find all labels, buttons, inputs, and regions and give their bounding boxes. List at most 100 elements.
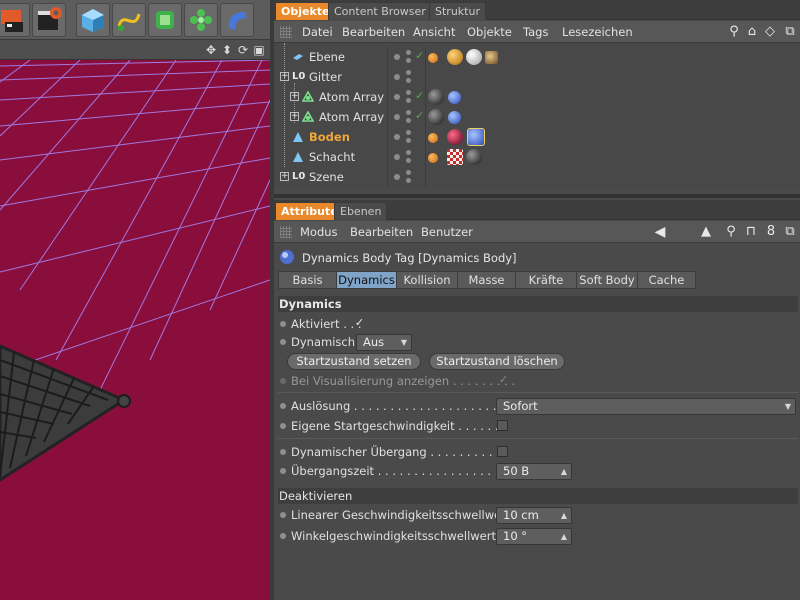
- render-settings-icon[interactable]: [0, 3, 30, 37]
- menu-benutzer[interactable]: Benutzer: [421, 224, 473, 240]
- zoom-view-icon[interactable]: ⬍: [220, 43, 234, 57]
- object-row-schacht[interactable]: Schacht: [274, 147, 800, 167]
- object-row-atom-array[interactable]: + Atom Array ✓: [274, 87, 800, 107]
- startzustand-loeschen-button[interactable]: Startzustand löschen: [429, 353, 565, 370]
- material-icon[interactable]: [428, 89, 444, 105]
- animate-dot-icon[interactable]: [280, 533, 286, 539]
- ptab-masse[interactable]: Masse: [457, 271, 515, 289]
- new-window-icon[interactable]: ⧉: [782, 224, 798, 240]
- animate-dot-icon[interactable]: [280, 512, 286, 518]
- tab-struktur[interactable]: Struktur: [429, 2, 486, 20]
- ptab-cache[interactable]: Cache: [637, 271, 696, 289]
- material-icon[interactable]: [447, 129, 463, 145]
- enabled-check-icon[interactable]: ✓: [415, 109, 424, 122]
- linear-schwellwert-input[interactable]: 10 cm ▲: [496, 507, 572, 524]
- animate-dot-icon[interactable]: [280, 321, 286, 327]
- dynamics-tag-icon[interactable]: [448, 91, 461, 104]
- render-view-icon[interactable]: [32, 3, 66, 37]
- menu-datei[interactable]: Datei: [302, 24, 333, 40]
- expand-icon[interactable]: +: [280, 172, 289, 181]
- menu-modus[interactable]: Modus: [300, 224, 338, 240]
- ptab-dynamics[interactable]: Dynamics: [336, 271, 396, 289]
- tab-ebenen[interactable]: Ebenen: [334, 202, 388, 220]
- ausloesung-dropdown[interactable]: Sofort ▼: [496, 398, 796, 415]
- animate-dot-icon[interactable]: [280, 423, 286, 429]
- visualisierung-checkbox[interactable]: ✓: [498, 374, 509, 386]
- grip-icon[interactable]: [280, 26, 292, 38]
- expand-icon[interactable]: +: [290, 92, 299, 101]
- search-icon[interactable]: ⚲: [723, 224, 739, 240]
- object-row-boden[interactable]: Boden: [274, 127, 800, 147]
- menu-ansicht[interactable]: Ansicht: [413, 24, 455, 40]
- enabled-check-icon[interactable]: ✓: [415, 89, 424, 102]
- param-dynamisch: Dynamisch Aus ▼: [278, 332, 798, 352]
- animate-dot-icon[interactable]: [280, 449, 286, 455]
- tag-icon[interactable]: [428, 53, 438, 63]
- material-icon[interactable]: [447, 49, 463, 65]
- menu-objekte[interactable]: Objekte: [467, 24, 512, 40]
- menu-tags[interactable]: Tags: [523, 24, 548, 40]
- material-icon[interactable]: [466, 149, 482, 165]
- cloner-icon[interactable]: [184, 3, 218, 37]
- animate-dot-icon[interactable]: [280, 378, 286, 384]
- lock-icon[interactable]: ⊓: [743, 224, 759, 240]
- aktiviert-checkbox[interactable]: ✓: [354, 317, 365, 329]
- object-row-atom-array-2[interactable]: + Atom Array ✓: [274, 107, 800, 127]
- cube-primitive-icon[interactable]: [76, 3, 110, 37]
- dynamics-tag-icon[interactable]: [448, 111, 461, 124]
- menu-bearbeiten-attr[interactable]: Bearbeiten: [350, 224, 413, 240]
- stepper-icon[interactable]: ▲: [561, 529, 567, 544]
- section-deaktivieren: Deaktivieren: [278, 488, 798, 504]
- enabled-check-icon[interactable]: ✓: [415, 49, 424, 62]
- home-icon[interactable]: ⌂: [744, 24, 760, 40]
- animate-dot-icon[interactable]: [280, 403, 286, 409]
- winkel-schwellwert-input[interactable]: 10 ° ▲: [496, 528, 572, 545]
- animate-dot-icon[interactable]: [280, 468, 286, 474]
- rotate-view-icon[interactable]: ⟳: [236, 43, 250, 57]
- spline-pen-icon[interactable]: [112, 3, 146, 37]
- new-window-icon[interactable]: ⧉: [782, 24, 798, 40]
- back-arrow-icon[interactable]: ◀: [652, 224, 668, 240]
- startzustand-setzen-button[interactable]: Startzustand setzen: [287, 353, 421, 370]
- ptab-kraefte[interactable]: Kräfte: [515, 271, 576, 289]
- tag-icon[interactable]: [428, 133, 438, 143]
- move-view-icon[interactable]: ✥: [204, 43, 218, 57]
- object-title: Dynamics Body Tag [Dynamics Body]: [302, 251, 517, 265]
- grip-icon[interactable]: [280, 226, 292, 238]
- texture-tag-icon[interactable]: [485, 51, 498, 64]
- viewport-scene: [0, 60, 270, 600]
- uebergang-checkbox[interactable]: [497, 446, 508, 457]
- object-row-ebene[interactable]: Ebene ✓: [274, 47, 800, 67]
- toggle-view-icon[interactable]: ▣: [252, 43, 266, 57]
- subdivision-surface-icon[interactable]: [148, 3, 182, 37]
- ptab-kollision[interactable]: Kollision: [396, 271, 457, 289]
- deformer-bend-icon[interactable]: [220, 3, 254, 37]
- material-icon[interactable]: [428, 109, 444, 125]
- link-icon[interactable]: 8: [763, 224, 779, 240]
- expand-icon[interactable]: +: [280, 72, 289, 81]
- animate-dot-icon[interactable]: [280, 339, 286, 345]
- search-icon[interactable]: ⚲: [726, 24, 742, 40]
- dynamics-body-tag-icon[interactable]: [467, 128, 485, 146]
- menu-bearbeiten[interactable]: Bearbeiten: [342, 24, 405, 40]
- tag-icon[interactable]: [428, 153, 438, 163]
- 3d-viewport[interactable]: [0, 60, 270, 600]
- material-icon[interactable]: [466, 49, 482, 65]
- up-arrow-icon[interactable]: ▲: [698, 224, 714, 240]
- checker-material-icon[interactable]: [447, 149, 463, 165]
- startgeschwindigkeit-checkbox[interactable]: [497, 420, 508, 431]
- ptab-basis[interactable]: Basis: [278, 271, 336, 289]
- object-row-gitter[interactable]: + L0 Gitter: [274, 67, 800, 87]
- stepper-icon[interactable]: ▲: [561, 508, 567, 523]
- menu-lesezeichen[interactable]: Lesezeichen: [562, 24, 633, 40]
- panel-splitter-horizontal[interactable]: [274, 194, 800, 198]
- view-options-icon[interactable]: ◇: [762, 24, 778, 40]
- stepper-icon[interactable]: ▲: [561, 464, 567, 479]
- dynamisch-dropdown[interactable]: Aus ▼: [356, 334, 412, 351]
- expand-icon[interactable]: +: [290, 112, 299, 121]
- tab-content-browser[interactable]: Content Browser: [328, 2, 432, 20]
- object-row-szene[interactable]: + L0 Szene: [274, 167, 800, 187]
- uebergangszeit-input[interactable]: 50 B ▲: [496, 463, 572, 480]
- tab-objekte[interactable]: Objekte: [275, 2, 336, 20]
- ptab-soft-body[interactable]: Soft Body: [576, 271, 637, 289]
